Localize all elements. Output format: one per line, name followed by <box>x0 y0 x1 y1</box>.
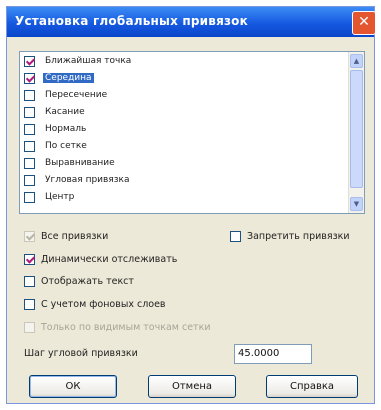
list-item-label: Центр <box>45 192 75 202</box>
list-item[interactable]: Нормаль <box>24 121 88 137</box>
list-item-label: Нормаль <box>45 124 87 134</box>
list-item[interactable]: По сетке <box>24 138 89 154</box>
all-snaps-option[interactable]: Все привязки <box>24 231 108 242</box>
help-button[interactable]: Справка <box>266 375 358 398</box>
scroll-thumb[interactable] <box>350 70 363 188</box>
background-layers-checkbox[interactable] <box>24 299 35 310</box>
disable-snaps-label: Запретить привязки <box>247 231 350 242</box>
list-item-label: Ближайшая точка <box>45 56 132 66</box>
list-item-label: Выравнивание <box>45 158 115 168</box>
ok-button[interactable]: ОК <box>29 375 117 398</box>
angle-step-label: Шаг угловой привязки <box>24 348 138 359</box>
dynamic-tracking-checkbox[interactable] <box>24 254 35 265</box>
disable-snaps-checkbox[interactable] <box>230 231 241 242</box>
dynamic-tracking-option[interactable]: Динамически отслеживать <box>24 254 177 265</box>
list-item-label: Середина <box>43 73 94 83</box>
dynamic-tracking-label: Динамически отслеживать <box>41 254 178 265</box>
list-item[interactable]: Середина <box>24 70 94 86</box>
close-icon: ✕ <box>358 14 370 30</box>
all-snaps-checkbox[interactable] <box>24 231 35 242</box>
list-item-checkbox[interactable] <box>24 55 35 67</box>
angle-step-input[interactable]: 45.0000 <box>234 344 312 364</box>
list-item[interactable]: Угловая привязка <box>24 172 131 188</box>
list-item[interactable]: Пересечение <box>24 87 109 103</box>
snap-settings-dialog: Установка глобальных привязок ✕ Ближайша… <box>6 6 376 404</box>
list-item[interactable]: Выравнивание <box>24 155 117 171</box>
show-text-checkbox[interactable] <box>24 276 35 287</box>
list-scrollbar[interactable]: ▲ ▼ <box>348 52 364 213</box>
cancel-button[interactable]: Отмена <box>148 375 236 398</box>
list-item-label: Касание <box>45 107 85 117</box>
chevron-up-icon: ▲ <box>353 57 360 65</box>
only-visible-points-checkbox[interactable] <box>24 322 35 333</box>
background-layers-label: С учетом фоновых слоев <box>41 299 166 310</box>
list-item-checkbox[interactable] <box>24 106 35 118</box>
close-button[interactable]: ✕ <box>352 11 376 35</box>
background-layers-option[interactable]: С учетом фоновых слоев <box>24 299 166 310</box>
scroll-up-button[interactable]: ▲ <box>350 54 363 68</box>
list-item[interactable]: Ближайшая точка <box>24 53 133 69</box>
list-item-label: По сетке <box>45 141 87 151</box>
title-bar[interactable]: Установка глобальных привязок ✕ <box>7 7 376 37</box>
list-item-checkbox[interactable] <box>24 191 35 203</box>
chevron-down-icon: ▼ <box>353 200 360 208</box>
snap-list[interactable]: Ближайшая точка Середина Пересечение Кас… <box>19 51 365 214</box>
list-item-checkbox[interactable] <box>24 140 35 152</box>
list-item[interactable]: Касание <box>24 104 87 120</box>
disable-snaps-option[interactable]: Запретить привязки <box>230 231 350 242</box>
dialog-title: Установка глобальных привязок <box>15 14 248 28</box>
show-text-label: Отображать текст <box>41 276 134 287</box>
list-item-checkbox[interactable] <box>24 157 35 169</box>
list-item-label: Угловая привязка <box>45 175 130 185</box>
list-item-label: Пересечение <box>45 90 108 100</box>
only-visible-points-option[interactable]: Только по видимым точкам сетки <box>24 322 211 333</box>
show-text-option[interactable]: Отображать текст <box>24 276 134 287</box>
all-snaps-label: Все привязки <box>41 231 109 242</box>
list-item-checkbox[interactable] <box>24 123 35 135</box>
scroll-down-button[interactable]: ▼ <box>350 197 363 211</box>
list-item-checkbox[interactable] <box>24 72 35 84</box>
list-item-checkbox[interactable] <box>24 89 35 101</box>
list-item[interactable]: Центр <box>24 189 76 205</box>
list-item-checkbox[interactable] <box>24 174 35 186</box>
only-visible-points-label: Только по видимым точкам сетки <box>41 322 211 333</box>
